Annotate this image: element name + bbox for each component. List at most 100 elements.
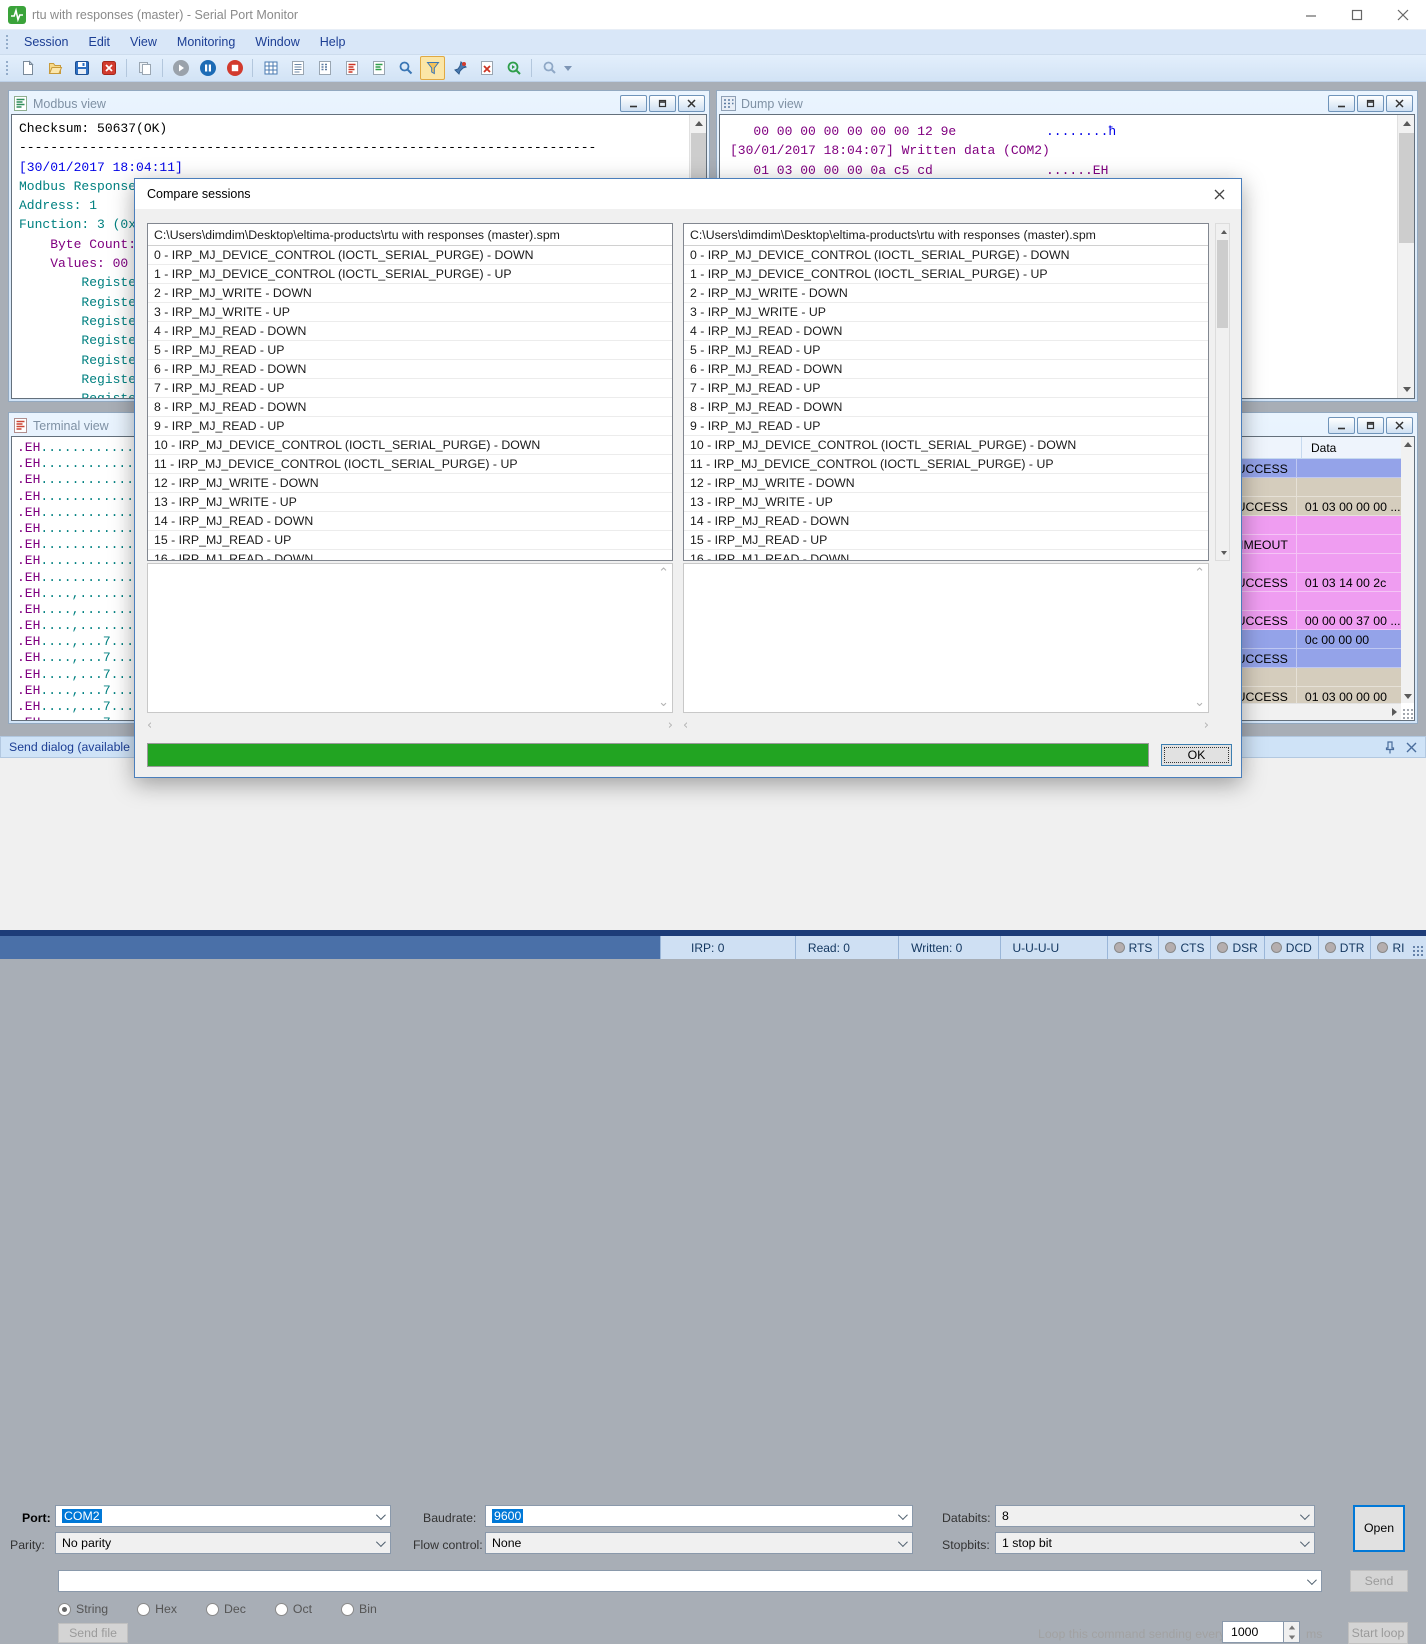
compare-row[interactable]: 7 - IRP_MJ_READ - UP [684,379,1208,398]
compare-row[interactable]: 8 - IRP_MJ_READ - DOWN [684,398,1208,417]
compare-row[interactable]: 14 - IRP_MJ_READ - DOWN [684,512,1208,531]
compare-row[interactable]: 7 - IRP_MJ_READ - UP [148,379,672,398]
panel-close-button[interactable] [1386,95,1413,112]
window-close-button[interactable] [1380,0,1426,29]
close-session-button[interactable] [96,56,121,80]
close-icon[interactable] [1406,742,1417,753]
radio-bin[interactable]: Bin [341,1602,377,1616]
ok-button[interactable]: OK [1161,744,1232,766]
scroll-up-icon[interactable] [1216,224,1231,239]
compare-file-path-left[interactable]: C:\Users\dimdim\Desktop\eltima-products\… [148,224,672,246]
resize-grip[interactable] [1402,708,1413,719]
compare-row[interactable]: 15 - IRP_MJ_READ - UP [684,531,1208,550]
send-button[interactable]: Send [1350,1570,1408,1592]
menu-edit[interactable]: Edit [78,31,120,53]
copy-button[interactable] [132,56,157,80]
window-maximize-button[interactable] [1334,0,1380,29]
compare-row[interactable]: 1 - IRP_MJ_DEVICE_CONTROL (IOCTL_SERIAL_… [148,265,672,284]
stop-monitoring-button[interactable] [222,56,247,80]
compare-row[interactable]: 0 - IRP_MJ_DEVICE_CONTROL (IOCTL_SERIAL_… [148,246,672,265]
compare-row[interactable]: 14 - IRP_MJ_READ - DOWN [148,512,672,531]
compare-row[interactable]: 10 - IRP_MJ_DEVICE_CONTROL (IOCTL_SERIAL… [684,436,1208,455]
loop-interval-stepper[interactable] [1284,1621,1300,1643]
flow-control-combobox[interactable]: None [485,1532,913,1554]
baudrate-combobox[interactable]: 9600 [485,1505,913,1527]
scroll-up-icon[interactable]: ⌃ [658,566,669,581]
compare-hscrollbar-left[interactable]: ‹ › [147,717,673,733]
dump-scrollbar[interactable] [1397,115,1414,398]
scroll-down-icon[interactable] [1401,689,1414,703]
panel-minimize-button[interactable] [620,95,647,112]
save-session-button[interactable] [69,56,94,80]
compare-row[interactable]: 5 - IRP_MJ_READ - UP [684,341,1208,360]
compare-row[interactable]: 13 - IRP_MJ_WRITE - UP [684,493,1208,512]
table-header-data[interactable]: Data [1301,437,1407,458]
compare-row[interactable]: 3 - IRP_MJ_WRITE - UP [684,303,1208,322]
dialog-close-button[interactable] [1210,185,1229,204]
scroll-up-icon[interactable] [1398,115,1414,132]
compare-row[interactable]: 11 - IRP_MJ_DEVICE_CONTROL (IOCTL_SERIAL… [148,455,672,474]
compare-row[interactable]: 12 - IRP_MJ_WRITE - DOWN [684,474,1208,493]
panel-restore-button[interactable] [649,95,676,112]
compare-row[interactable]: 0 - IRP_MJ_DEVICE_CONTROL (IOCTL_SERIAL_… [684,246,1208,265]
compare-row[interactable]: 3 - IRP_MJ_WRITE - UP [148,303,672,322]
compare-row[interactable]: 9 - IRP_MJ_READ - UP [148,417,672,436]
scroll-left-icon[interactable]: ‹ [147,718,152,733]
window-minimize-button[interactable] [1288,0,1334,29]
terminal-view-button[interactable] [366,56,391,80]
start-loop-button[interactable]: Start loop [1348,1622,1408,1644]
table-view-button[interactable] [258,56,283,80]
compare-row[interactable]: 15 - IRP_MJ_READ - UP [148,531,672,550]
table-vscrollbar[interactable] [1401,437,1414,703]
compare-row[interactable]: 2 - IRP_MJ_WRITE - DOWN [684,284,1208,303]
modbus-view-button[interactable] [339,56,364,80]
radio-string[interactable]: String [58,1602,108,1616]
compare-row[interactable]: 5 - IRP_MJ_READ - UP [148,341,672,360]
search-button[interactable] [393,56,418,80]
send-data-input[interactable] [58,1570,1322,1592]
radio-dec[interactable]: Dec [206,1602,246,1616]
menu-view[interactable]: View [120,31,167,53]
scroll-up-icon[interactable] [1401,437,1414,451]
scroll-down-icon[interactable]: ⌄ [658,695,669,710]
compare-row[interactable]: 4 - IRP_MJ_READ - DOWN [684,322,1208,341]
scroll-right-icon[interactable]: › [1204,718,1209,733]
port-combobox[interactable]: COM2 [55,1505,391,1527]
panel-close-button[interactable] [678,95,705,112]
start-monitoring-button[interactable] [168,56,193,80]
loop-interval-input[interactable]: 1000 [1222,1621,1284,1643]
clear-button[interactable] [474,56,499,80]
panel-restore-button[interactable] [1357,95,1384,112]
zoom-button[interactable] [537,56,562,80]
compare-row[interactable]: 11 - IRP_MJ_DEVICE_CONTROL (IOCTL_SERIAL… [684,455,1208,474]
panel-minimize-button[interactable] [1328,417,1355,434]
scroll-down-icon[interactable]: ⌄ [1194,695,1205,710]
scroll-right-icon[interactable] [1387,704,1401,720]
menu-session[interactable]: Session [14,31,78,53]
scroll-up-icon[interactable] [690,115,706,132]
compare-row[interactable]: 6 - IRP_MJ_READ - DOWN [684,360,1208,379]
scroll-left-icon[interactable]: ‹ [683,718,688,733]
pause-monitoring-button[interactable] [195,56,220,80]
line-view-button[interactable] [285,56,310,80]
radio-oct[interactable]: Oct [274,1602,312,1616]
menu-monitoring[interactable]: Monitoring [167,31,245,53]
scroll-up-icon[interactable]: ⌃ [1194,566,1205,581]
open-session-button[interactable] [42,56,67,80]
panel-minimize-button[interactable] [1328,95,1355,112]
menu-help[interactable]: Help [310,31,356,53]
scroll-down-icon[interactable] [1398,381,1414,398]
compare-row[interactable]: 8 - IRP_MJ_READ - DOWN [148,398,672,417]
compare-row[interactable]: 9 - IRP_MJ_READ - UP [684,417,1208,436]
scroll-right-icon[interactable]: › [668,718,673,733]
panel-close-button[interactable] [1386,417,1413,434]
resize-grip[interactable] [1410,936,1426,959]
scroll-down-icon[interactable] [1216,545,1231,560]
pin-icon[interactable] [1384,740,1396,754]
parity-combobox[interactable]: No parity [55,1532,391,1554]
compare-row[interactable]: 2 - IRP_MJ_WRITE - DOWN [148,284,672,303]
radio-hex[interactable]: Hex [137,1602,177,1616]
compare-row[interactable]: 16 - IRP_MJ_READ - DOWN [148,550,672,560]
compare-row[interactable]: 6 - IRP_MJ_READ - DOWN [148,360,672,379]
compare-row[interactable]: 10 - IRP_MJ_DEVICE_CONTROL (IOCTL_SERIAL… [148,436,672,455]
